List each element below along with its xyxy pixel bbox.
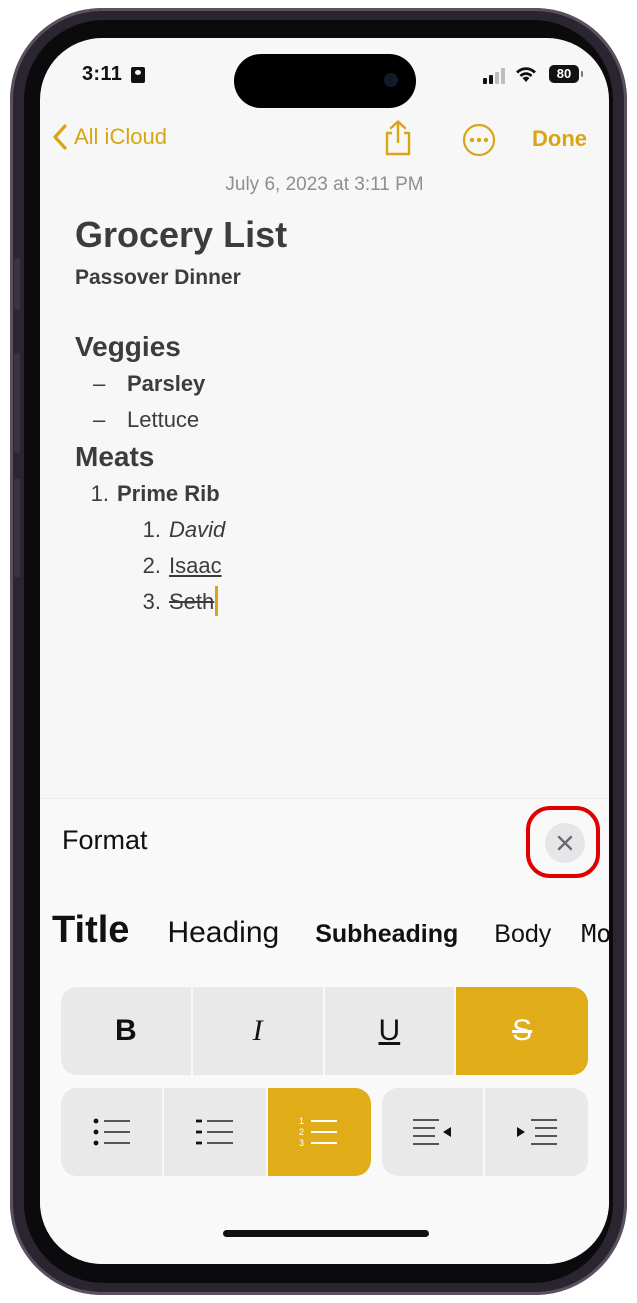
section-heading: Veggies <box>75 331 181 362</box>
indent-icon <box>516 1119 557 1145</box>
numbered-list-button[interactable]: 1 2 3 <box>267 1088 371 1176</box>
home-indicator[interactable] <box>223 1230 429 1237</box>
paragraph-style-picker: Title Heading Subheading Body Monostyled <box>52 909 609 952</box>
done-button[interactable]: Done <box>532 126 587 152</box>
number-marker: 1. <box>142 517 161 542</box>
indent-buttons <box>382 1088 588 1176</box>
battery-indicator: 80 <box>549 65 583 83</box>
item-text: Isaac <box>169 553 222 578</box>
style-monostyled[interactable]: Monostyled <box>581 919 609 948</box>
item-text: David <box>169 517 226 542</box>
dash-marker: – <box>93 407 106 432</box>
number-marker: 2. <box>142 553 161 578</box>
style-heading[interactable]: Heading <box>167 916 279 950</box>
close-button[interactable] <box>545 823 585 863</box>
back-label: All iCloud <box>74 124 167 149</box>
status-time: 3:11 <box>82 63 123 85</box>
indent-button[interactable] <box>485 1088 588 1176</box>
text-cursor <box>215 586 219 616</box>
number-marker: 3. <box>142 589 161 614</box>
svg-text:1: 1 <box>299 1116 304 1126</box>
underline-button[interactable]: U <box>325 987 457 1075</box>
style-title[interactable]: Title <box>52 909 129 952</box>
list-item: 2. Isaac <box>75 548 585 584</box>
cellular-signal-icon <box>483 68 507 84</box>
close-icon <box>557 835 573 851</box>
section-heading: Meats <box>75 441 155 472</box>
note-body[interactable]: Grocery List Passover Dinner Veggies – Pa… <box>75 210 585 620</box>
svg-text:2: 2 <box>299 1127 304 1137</box>
dynamic-island <box>234 54 416 108</box>
back-button[interactable]: All iCloud <box>52 124 167 150</box>
list-item: – Parsley <box>75 366 585 402</box>
note-subtitle: Passover Dinner <box>75 266 241 289</box>
item-text: Parsley <box>127 371 206 396</box>
outdent-icon <box>412 1119 451 1145</box>
note-title: Grocery List <box>75 214 288 255</box>
screen: 3:11 80 All iCloud Done July 6, 2023 at … <box>40 38 609 1264</box>
contact-card-icon <box>131 67 145 83</box>
more-icon[interactable] <box>462 123 496 157</box>
action-button <box>14 258 20 310</box>
number-marker: 1. <box>90 481 109 506</box>
volume-down-button <box>14 478 20 578</box>
italic-button[interactable]: I <box>193 987 325 1075</box>
volume-up-button <box>14 353 20 453</box>
bulleted-list-button[interactable] <box>61 1088 165 1176</box>
list-item: 1. Prime Rib <box>75 476 585 512</box>
outdent-button[interactable] <box>382 1088 485 1176</box>
item-text: Prime Rib <box>117 481 220 506</box>
share-icon[interactable] <box>382 120 414 156</box>
bold-button[interactable]: B <box>61 987 193 1075</box>
strikethrough-button[interactable]: S <box>456 987 588 1075</box>
wifi-icon <box>516 67 536 82</box>
list-item: – Lettuce <box>75 402 585 438</box>
svg-text:3: 3 <box>299 1138 304 1148</box>
item-text: Seth <box>169 589 215 614</box>
item-text: Lettuce <box>127 407 200 432</box>
dashed-list-icon <box>195 1119 233 1145</box>
list-format-buttons: 1 2 3 <box>61 1088 371 1176</box>
navigation-bar: All iCloud Done <box>40 120 609 160</box>
text-format-buttons: B I U S <box>61 987 588 1075</box>
back-chevron-icon <box>53 124 67 150</box>
dash-marker: – <box>93 371 106 396</box>
list-item: 3. Seth <box>75 584 585 620</box>
dashed-list-button[interactable] <box>164 1088 268 1176</box>
format-panel-title: Format <box>62 825 148 855</box>
camera-icon <box>384 73 398 87</box>
style-subheading[interactable]: Subheading <box>315 920 458 949</box>
bulleted-list-icon <box>93 1118 130 1146</box>
numbered-list-icon: 1 2 3 <box>299 1116 338 1148</box>
note-date: July 6, 2023 at 3:11 PM <box>225 174 424 195</box>
style-body[interactable]: Body <box>494 920 551 949</box>
list-item: 1. David <box>75 512 585 548</box>
